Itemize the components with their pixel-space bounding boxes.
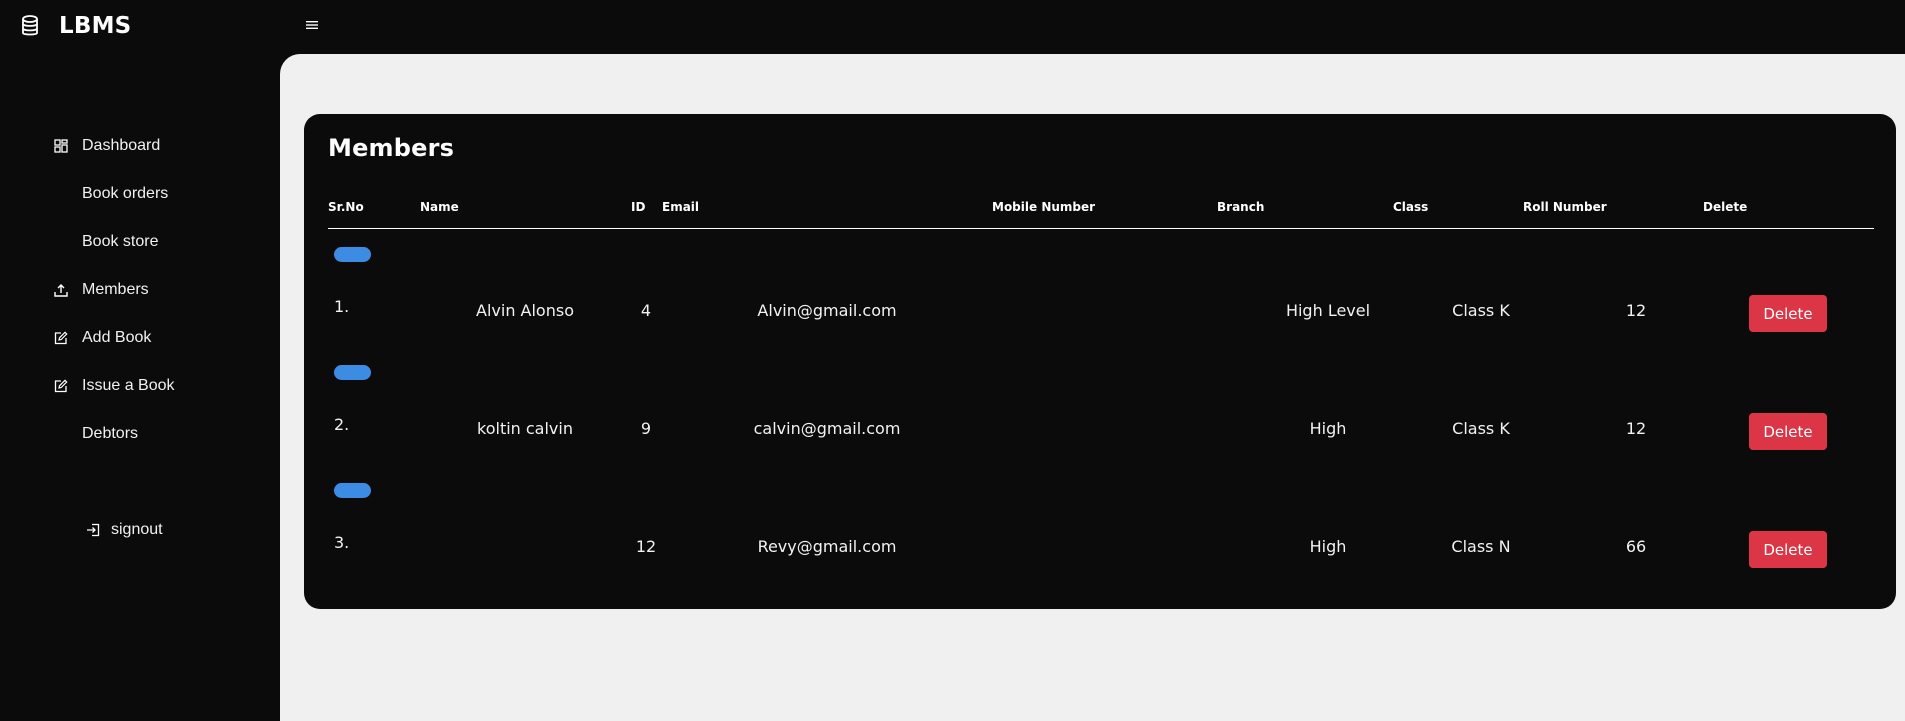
column-header-branch: Branch	[1217, 200, 1265, 214]
sidebar-item-book-orders[interactable]: Book orders	[54, 182, 168, 206]
cell-id: 4	[640, 301, 652, 320]
sidebar: LBMS Dashboard Book orders Book store Me…	[0, 0, 280, 721]
cell-class: Class K	[1452, 301, 1510, 320]
cell-srno: 1.	[334, 297, 350, 316]
delete-button[interactable]: Delete	[1749, 413, 1827, 450]
upload-icon	[54, 284, 68, 297]
main-content: Members Sr.No Name ID Email Mobile Numbe…	[280, 54, 1905, 721]
sidebar-item-label: Issue a Book	[82, 377, 175, 394]
column-header-roll-number: Roll Number	[1523, 200, 1607, 214]
table-row: 3. 12 Revy@gmail.com High Class N 66 Del…	[304, 483, 1896, 601]
brand-name: LBMS	[59, 13, 132, 39]
table-row: 2. koltin calvin 9 calvin@gmail.com High…	[304, 365, 1896, 483]
cell-roll-number: 66	[1625, 537, 1647, 556]
row-toggle-pill[interactable]	[334, 483, 371, 498]
sidebar-item-book-store[interactable]: Book store	[54, 230, 158, 254]
sidebar-item-dashboard[interactable]: Dashboard	[54, 134, 160, 158]
column-header-srno: Sr.No	[328, 200, 364, 214]
hamburger-menu-icon[interactable]	[305, 19, 319, 31]
database-icon	[22, 15, 38, 36]
column-header-name: Name	[420, 200, 459, 214]
cell-branch: High Level	[1285, 301, 1371, 320]
sidebar-item-members[interactable]: Members	[54, 278, 149, 302]
column-header-delete: Delete	[1703, 200, 1748, 214]
cell-srno: 2.	[334, 415, 350, 434]
signout-link[interactable]: signout	[86, 518, 163, 542]
row-toggle-pill[interactable]	[334, 247, 371, 262]
sidebar-item-label: Book orders	[82, 185, 169, 202]
cell-roll-number: 12	[1625, 301, 1647, 320]
sidebar-item-issue-a-book[interactable]: Issue a Book	[54, 374, 175, 398]
sidebar-item-debtors[interactable]: Debtors	[54, 422, 138, 446]
cell-roll-number: 12	[1625, 419, 1647, 438]
cell-class: Class N	[1451, 537, 1511, 556]
cell-name: Alvin Alonso	[476, 301, 574, 320]
sidebar-item-label: Members	[82, 281, 149, 298]
edit-icon	[54, 379, 68, 393]
sidebar-item-label: Book store	[82, 233, 159, 250]
header-divider	[328, 228, 1874, 229]
table-row: 1. Alvin Alonso 4 Alvin@gmail.com High L…	[304, 247, 1896, 365]
row-toggle-pill[interactable]	[334, 365, 371, 380]
column-header-id: ID	[631, 200, 646, 214]
sidebar-item-add-book[interactable]: Add Book	[54, 326, 151, 350]
cell-name: koltin calvin	[477, 419, 573, 438]
sign-in-icon	[87, 523, 100, 537]
members-card: Members Sr.No Name ID Email Mobile Numbe…	[304, 114, 1896, 609]
cell-email: Alvin@gmail.com	[757, 301, 897, 320]
delete-button[interactable]: Delete	[1749, 531, 1827, 568]
signout-label: signout	[111, 521, 163, 538]
sidebar-item-label: Add Book	[82, 329, 152, 346]
cell-branch: High	[1309, 537, 1347, 556]
column-header-mobile-number: Mobile Number	[992, 200, 1096, 214]
brand[interactable]: LBMS	[20, 10, 131, 42]
delete-button[interactable]: Delete	[1749, 295, 1827, 332]
edit-icon	[54, 331, 68, 345]
cell-email: calvin@gmail.com	[753, 419, 901, 438]
sidebar-item-label: Dashboard	[82, 137, 161, 154]
cell-srno: 3.	[334, 533, 350, 552]
cell-branch: High	[1309, 419, 1347, 438]
dashboard-grid-icon	[54, 139, 68, 153]
cell-email: Revy@gmail.com	[757, 537, 897, 556]
page-title: Members	[328, 134, 455, 162]
column-header-email: Email	[662, 200, 700, 214]
cell-id: 12	[635, 537, 657, 556]
cell-class: Class K	[1452, 419, 1510, 438]
column-header-class: Class	[1393, 200, 1429, 214]
sidebar-item-label: Debtors	[82, 425, 139, 442]
cell-id: 9	[640, 419, 652, 438]
